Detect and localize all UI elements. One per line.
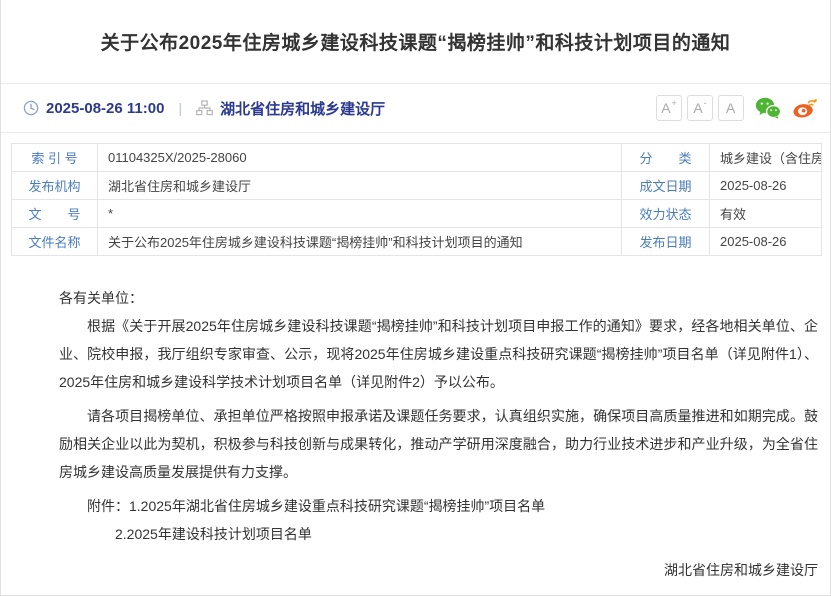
font-larger-label: A bbox=[661, 101, 670, 115]
document-title-value: 关于公布2025年住房城乡建设科技课题“揭榜挂帅”和科技计划项目的通知 bbox=[98, 228, 622, 256]
wechat-share-icon[interactable] bbox=[755, 97, 781, 119]
category-value: 城乡建设（含住房） bbox=[710, 144, 822, 172]
separator: | bbox=[178, 100, 182, 116]
font-smaller-label: A bbox=[693, 101, 702, 115]
index-number-label: 索 引 号 bbox=[12, 144, 98, 172]
notice-page: 关于公布2025年住房城乡建设科技课题“揭榜挂帅”和科技计划项目的通知 2025… bbox=[0, 0, 831, 596]
document-number-value: * bbox=[98, 200, 622, 228]
font-larger-button[interactable]: A+ bbox=[656, 95, 682, 121]
paragraph-requirements: 请各项目揭榜单位、承担单位严格按照申报承诺及课题任务要求，认真组织实施，确保项目… bbox=[59, 402, 818, 486]
validity-status-value: 有效 bbox=[710, 200, 822, 228]
font-larger-modifier: + bbox=[672, 99, 677, 108]
font-smaller-modifier: - bbox=[704, 99, 707, 108]
table-row: 索 引 号 01104325X/2025-28060 分 类 城乡建设（含住房） bbox=[12, 144, 822, 172]
font-reset-label: A bbox=[726, 101, 735, 115]
greeting-line: 各有关单位： bbox=[59, 284, 818, 312]
written-date-value: 2025-08-26 bbox=[710, 172, 822, 200]
notice-body: 各有关单位： 根据《关于开展2025年住房城乡建设科技课题“揭榜挂帅”和科技计划… bbox=[1, 256, 830, 596]
attachment-line-2: 2.2025年建设科技计划项目名单 bbox=[59, 520, 818, 548]
font-reset-button[interactable]: A bbox=[718, 95, 744, 121]
issuing-agency-value: 湖北省住房和城乡建设厅 bbox=[98, 172, 622, 200]
index-number-value: 01104325X/2025-28060 bbox=[98, 144, 622, 172]
issuing-agency-label: 发布机构 bbox=[12, 172, 98, 200]
table-row: 发布机构 湖北省住房和城乡建设厅 成文日期 2025-08-26 bbox=[12, 172, 822, 200]
table-row: 文 号 * 效力状态 有效 bbox=[12, 200, 822, 228]
font-smaller-button[interactable]: A- bbox=[687, 95, 713, 121]
sitemap-icon bbox=[196, 100, 213, 116]
attachment-line-1: 附件：1.2025年湖北省住房城乡建设重点科技研究课题“揭榜挂帅”项目名单 bbox=[59, 492, 818, 520]
paragraph-announcement: 根据《关于开展2025年住房城乡建设科技课题“揭榜挂帅”和科技计划项目申报工作的… bbox=[59, 312, 818, 396]
publish-datetime: 2025-08-26 11:00 bbox=[46, 100, 164, 117]
document-title-label: 文件名称 bbox=[12, 228, 98, 256]
meta-bar: 2025-08-26 11:00 | 湖北省住房和城乡建设厅 A+ A- A bbox=[1, 84, 830, 133]
signature-agency: 湖北省住房和城乡建设厅 bbox=[59, 556, 818, 584]
clock-icon bbox=[23, 100, 39, 116]
page-controls: A+ A- A bbox=[651, 95, 818, 121]
publish-date-label: 发布日期 bbox=[622, 228, 710, 256]
document-info-table: 索 引 号 01104325X/2025-28060 分 类 城乡建设（含住房）… bbox=[11, 143, 822, 256]
document-number-label: 文 号 bbox=[12, 200, 98, 228]
validity-status-label: 效力状态 bbox=[622, 200, 710, 228]
table-row: 文件名称 关于公布2025年住房城乡建设科技课题“揭榜挂帅”和科技计划项目的通知… bbox=[12, 228, 822, 256]
signature-date: 2025年8月26日 bbox=[59, 592, 818, 596]
source-link[interactable]: 湖北省住房和城乡建设厅 bbox=[220, 98, 385, 119]
page-title: 关于公布2025年住房城乡建设科技课题“揭榜挂帅”和科技计划项目的通知 bbox=[101, 28, 731, 55]
weibo-share-icon[interactable] bbox=[792, 97, 818, 119]
category-label: 分 类 bbox=[622, 144, 710, 172]
written-date-label: 成文日期 bbox=[622, 172, 710, 200]
title-bar: 关于公布2025年住房城乡建设科技课题“揭榜挂帅”和科技计划项目的通知 bbox=[1, 0, 830, 84]
publish-date-value: 2025-08-26 bbox=[710, 228, 822, 256]
